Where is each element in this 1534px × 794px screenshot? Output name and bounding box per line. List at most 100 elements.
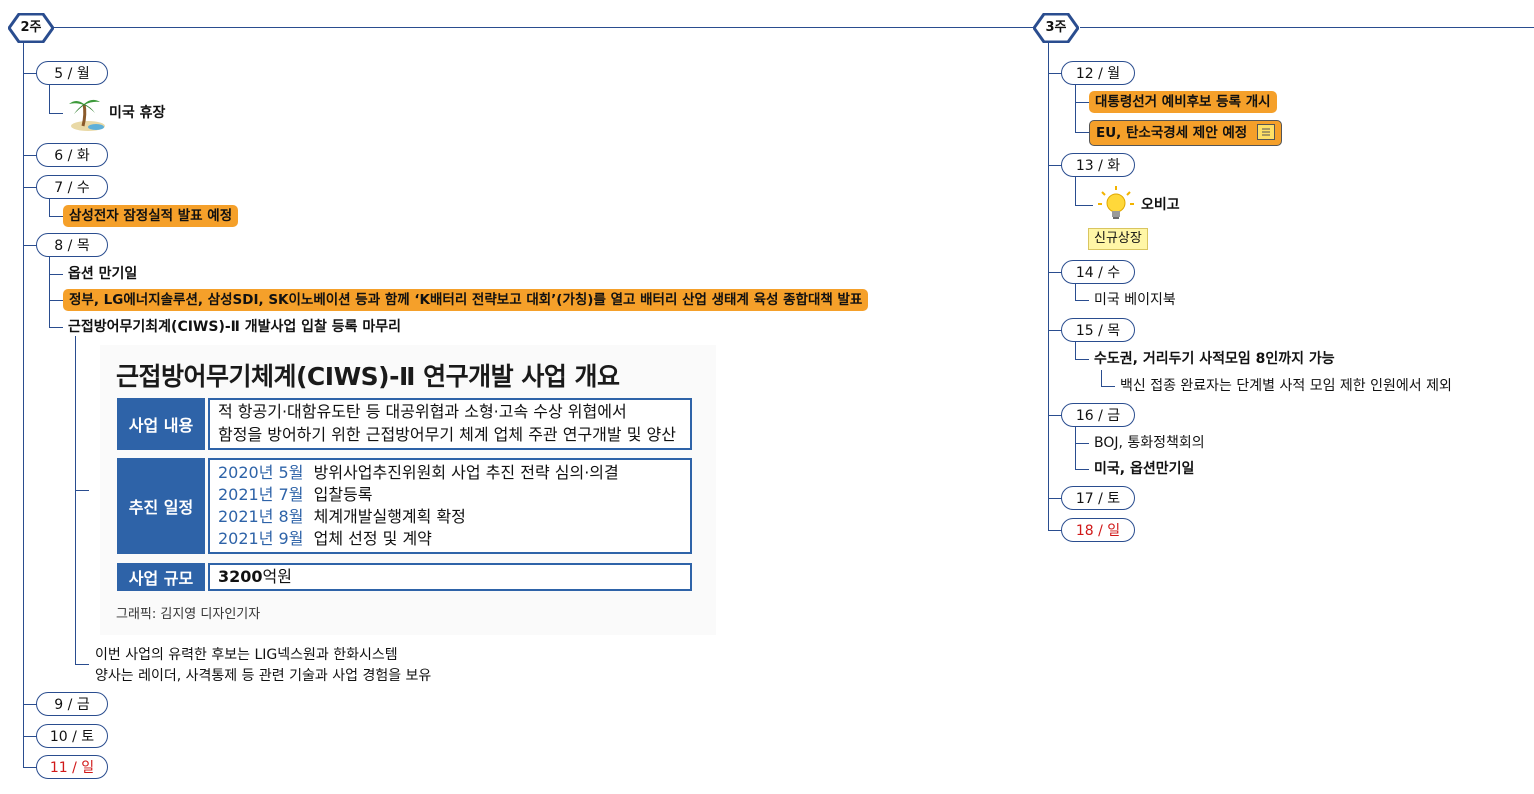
week2-badge[interactable]: 2주 <box>8 13 54 43</box>
conn <box>1048 415 1062 416</box>
us-beige-book-item: 미국 베이지북 <box>1094 292 1176 308</box>
conn <box>1075 342 1076 359</box>
conn <box>1075 427 1076 469</box>
day-node-11[interactable]: 11 / 일 <box>36 755 108 779</box>
week3-spine <box>1048 42 1049 530</box>
ciws-credit: 그래픽: 김지영 디자인기자 <box>116 607 261 622</box>
obigo-label: 오비고 <box>1141 197 1180 213</box>
eu-carbon-item[interactable]: EU, 탄소국경세 제안 예정 <box>1089 120 1283 146</box>
lightbulb-icon <box>1096 184 1136 224</box>
conn <box>1101 370 1102 386</box>
conn <box>75 336 76 664</box>
week2-label: 2주 <box>20 20 42 35</box>
ciws-content-label-text: 사업 내용 <box>128 416 194 435</box>
conn <box>1048 165 1062 166</box>
conn <box>1075 469 1089 470</box>
conn <box>49 85 50 113</box>
us-options-expiry-item: 미국, 옵션만기일 <box>1094 461 1195 477</box>
ciws-note-line2: 양사는 레이더, 사격통제 등 관련 기술과 사업 경험을 보유 <box>95 668 432 684</box>
new-listing-tag: 신규상장 <box>1088 228 1148 250</box>
conn <box>1048 73 1062 74</box>
day-node-8[interactable]: 8 / 목 <box>36 233 108 257</box>
ciws-schedule-row: 2021년 9월 업체 선정 및 계약 <box>218 528 432 550</box>
conn <box>1075 102 1089 103</box>
conn <box>23 704 37 705</box>
ciws-scale-label-text: 사업 규모 <box>128 569 194 588</box>
conn <box>49 300 63 301</box>
k-battery-item[interactable]: 정부, LG에너지솔루션, 삼성SDI, SK이노베이션 등과 함께 ‘K배터리… <box>63 289 869 311</box>
week2-spine <box>23 42 24 767</box>
options-expiry-item: 옵션 만기일 <box>68 266 138 282</box>
ciws-schedule-text: 방위사업추진위원회 사업 추진 전략 심의·의결 <box>313 463 619 482</box>
ciws-scale-unit: 억원 <box>262 567 292 586</box>
ciws-bid-item: 근접방어무기최계(CIWS)-Ⅱ 개발사업 입찰 등록 마무리 <box>68 319 402 335</box>
ciws-schedule-row: 2021년 7월 입찰등록 <box>218 484 373 506</box>
conn <box>1048 272 1062 273</box>
day-node-15[interactable]: 15 / 목 <box>1061 318 1135 342</box>
ciws-schedule-row: 2021년 8월 체계개발실행계획 확정 <box>218 506 466 528</box>
ciws-note-line1: 이번 사업의 유력한 후보는 LIG넥스원과 한화시스템 <box>95 647 398 663</box>
day-node-7[interactable]: 7 / 수 <box>36 175 108 199</box>
conn <box>1075 177 1076 205</box>
conn <box>49 327 63 328</box>
conn <box>1075 443 1089 444</box>
ciws-schedule-label-text: 추진 일정 <box>128 498 194 517</box>
conn <box>23 73 37 74</box>
conn <box>49 216 63 217</box>
week2-top-line <box>50 27 1037 28</box>
conn <box>1075 85 1076 132</box>
conn <box>49 274 63 275</box>
ciws-scale-label: 사업 규모 <box>117 563 205 591</box>
week3-top-line <box>1080 27 1534 28</box>
note-icon[interactable] <box>1257 124 1276 140</box>
day-node-9[interactable]: 9 / 금 <box>36 692 108 716</box>
capital-distancing-item: 수도권, 거리두기 사적모임 8인까지 가능 <box>1094 351 1335 367</box>
day-node-17[interactable]: 17 / 토 <box>1061 486 1135 510</box>
conn <box>23 767 37 768</box>
ciws-scale-value: 3200억원 <box>218 566 292 588</box>
palm-tree-icon <box>66 94 106 132</box>
day-node-14[interactable]: 14 / 수 <box>1061 260 1135 284</box>
ciws-schedule-date: 2020년 5월 <box>218 463 304 482</box>
conn <box>1048 530 1062 531</box>
day-node-10[interactable]: 10 / 토 <box>36 724 108 748</box>
day-node-12[interactable]: 12 / 월 <box>1061 61 1135 85</box>
day-node-5[interactable]: 5 / 월 <box>36 61 108 85</box>
ciws-schedule-row: 2020년 5월 방위사업추진위원회 사업 추진 전략 심의·의결 <box>218 462 619 484</box>
conn <box>49 113 63 114</box>
election-registration-item[interactable]: 대통령선거 예비후보 등록 개시 <box>1089 91 1277 113</box>
conn <box>23 245 37 246</box>
week3-badge[interactable]: 3주 <box>1033 13 1079 43</box>
conn <box>75 664 89 665</box>
conn <box>1075 205 1093 206</box>
us-holiday-label: 미국 휴장 <box>109 105 166 121</box>
day-node-13[interactable]: 13 / 화 <box>1061 153 1135 177</box>
vaccine-exemption-item: 백신 접종 완료자는 단계별 사적 모임 제한 인원에서 제외 <box>1120 378 1452 394</box>
ciws-schedule-text: 입찰등록 <box>313 485 373 504</box>
day-node-16[interactable]: 16 / 금 <box>1061 403 1135 427</box>
samsung-earnings-item[interactable]: 삼성전자 잠정실적 발표 예정 <box>63 205 239 227</box>
eu-carbon-label: EU, 탄소국경세 제안 예정 <box>1096 125 1248 141</box>
conn <box>23 187 37 188</box>
conn <box>1101 386 1115 387</box>
conn <box>1075 300 1089 301</box>
conn <box>1075 132 1089 133</box>
day-node-18[interactable]: 18 / 일 <box>1061 518 1135 542</box>
ciws-content-line2: 함정을 방어하기 위한 근접방어무기 체계 업체 주관 연구개발 및 양산 <box>218 425 676 444</box>
conn <box>75 490 89 491</box>
ciws-schedule-date: 2021년 9월 <box>218 529 304 548</box>
ciws-schedule-date: 2021년 8월 <box>218 507 304 526</box>
boj-meeting-item: BOJ, 통화정책회의 <box>1094 435 1205 451</box>
ciws-content-label: 사업 내용 <box>117 398 205 450</box>
ciws-graphic-title: 근접방어무기체계(CIWS)-Ⅱ 연구개발 사업 개요 <box>116 362 620 391</box>
ciws-scale-amount: 3200 <box>218 567 263 586</box>
ciws-schedule-date: 2021년 7월 <box>218 485 304 504</box>
conn <box>1075 284 1076 300</box>
week3-label: 3주 <box>1045 20 1067 35</box>
conn <box>23 155 37 156</box>
conn <box>49 257 50 327</box>
day-node-6[interactable]: 6 / 화 <box>36 143 108 167</box>
conn <box>1048 330 1062 331</box>
conn <box>23 736 37 737</box>
conn <box>1075 359 1089 360</box>
